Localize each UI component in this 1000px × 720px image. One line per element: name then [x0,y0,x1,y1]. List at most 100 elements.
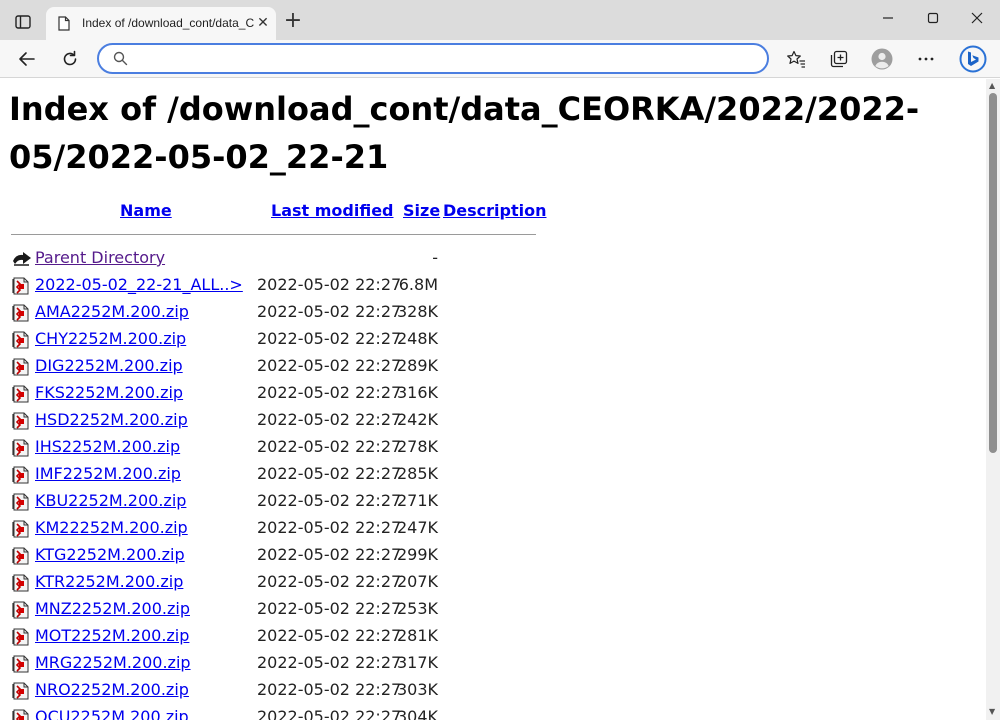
refresh-button[interactable] [57,46,83,72]
file-size: 247K [396,518,438,537]
file-size: 316K [396,383,438,402]
file-row: OCU2252M.200.zip 2022-05-02 22:27 304K [0,704,600,720]
back-button[interactable] [14,46,40,72]
favorites-star-icon [787,50,805,68]
file-link[interactable]: KTG2252M.200.zip [35,545,185,564]
parent-directory-link[interactable]: Parent Directory [35,248,165,267]
file-size: 304K [396,707,438,720]
file-size: 281K [396,626,438,645]
scroll-down-arrow-icon[interactable]: ▼ [989,707,995,716]
file-link[interactable]: KTR2252M.200.zip [35,572,183,591]
file-size: 289K [396,356,438,375]
file-row: MOT2252M.200.zip 2022-05-02 22:27 281K [0,623,600,650]
file-size: 242K [396,410,438,429]
vertical-scrollbar[interactable]: ▲ ▼ [986,79,1000,720]
file-size: 6.8M [398,275,438,294]
file-size: 328K [396,302,438,321]
active-tab[interactable]: Index of /download_cont/data_CEORKA/2022… [46,7,276,40]
bing-copilot-icon [959,45,987,73]
collections-button[interactable] [827,47,851,71]
scroll-up-arrow-icon[interactable]: ▲ [989,81,995,90]
compressed-file-icon [12,628,29,646]
file-last-modified: 2022-05-02 22:27 [257,275,402,294]
file-row: KM22252M.200.zip 2022-05-02 22:27 247K [0,515,600,542]
file-last-modified: 2022-05-02 22:27 [257,302,402,321]
file-row: KTG2252M.200.zip 2022-05-02 22:27 299K [0,542,600,569]
profile-avatar-icon [871,48,893,70]
tab-actions-button[interactable] [8,8,38,36]
scroll-thumb[interactable] [989,93,997,453]
file-row: CHY2252M.200.zip 2022-05-02 22:27 248K [0,326,600,353]
compressed-file-icon [12,358,29,376]
parent-size: - [432,248,438,267]
file-link[interactable]: FKS2252M.200.zip [35,383,183,402]
tab-actions-icon [15,15,31,29]
file-last-modified: 2022-05-02 22:27 [257,599,402,618]
back-arrow-icon [19,52,35,66]
file-row: 2022-05-02_22-21_ALL..> 2022-05-02 22:27 6… [0,272,600,299]
new-tab-button[interactable]: + [282,10,304,33]
browser-toolbar [0,40,1000,78]
file-link[interactable]: CHY2252M.200.zip [35,329,186,348]
file-link[interactable]: OCU2252M.200.zip [35,707,189,720]
more-options-button[interactable] [914,47,938,71]
file-last-modified: 2022-05-02 22:27 [257,410,402,429]
file-link[interactable]: NRO2252M.200.zip [35,680,189,699]
file-last-modified: 2022-05-02 22:27 [257,329,402,348]
back-folder-icon [13,252,31,266]
address-bar[interactable] [97,43,769,74]
file-link[interactable]: MRG2252M.200.zip [35,653,191,672]
compressed-file-icon [12,547,29,565]
profile-button[interactable] [870,47,894,71]
page-icon [58,16,70,31]
column-header-description[interactable]: Description [443,201,546,220]
file-size: 278K [396,437,438,456]
file-link[interactable]: IHS2252M.200.zip [35,437,180,456]
compressed-file-icon [12,520,29,538]
file-link[interactable]: KM22252M.200.zip [35,518,188,537]
file-row: KBU2252M.200.zip 2022-05-02 22:27 271K [0,488,600,515]
copilot-button[interactable] [958,44,988,74]
file-row: IHS2252M.200.zip 2022-05-02 22:27 278K [0,434,600,461]
file-link[interactable]: HSD2252M.200.zip [35,410,188,429]
tab-strip: Index of /download_cont/data_CEORKA/2022… [0,0,1000,40]
column-header-name[interactable]: Name [120,201,172,220]
compressed-file-icon [12,655,29,673]
file-row: AMA2252M.200.zip 2022-05-02 22:27 328K [0,299,600,326]
file-last-modified: 2022-05-02 22:27 [257,707,402,720]
close-icon [971,12,983,24]
file-last-modified: 2022-05-02 22:27 [257,572,402,591]
file-size: 299K [396,545,438,564]
file-last-modified: 2022-05-02 22:27 [257,437,402,456]
more-icon [918,57,934,61]
refresh-icon [63,50,77,66]
file-link[interactable]: IMF2252M.200.zip [35,464,181,483]
maximize-button[interactable] [918,8,948,32]
file-size: 271K [396,491,438,510]
file-link[interactable]: 2022-05-02_22-21_ALL..> [35,275,243,294]
close-tab-icon[interactable]: ✕ [256,16,270,30]
file-link[interactable]: MNZ2252M.200.zip [35,599,190,618]
compressed-file-icon [12,277,29,295]
close-window-button[interactable] [962,8,992,32]
column-header-size[interactable]: Size [403,201,440,220]
favorites-button[interactable] [784,47,808,71]
compressed-file-icon [12,466,29,484]
compressed-file-icon [12,331,29,349]
minimize-button[interactable] [873,8,903,32]
file-row: MNZ2252M.200.zip 2022-05-02 22:27 253K [0,596,600,623]
file-size: 285K [396,464,438,483]
file-link[interactable]: DIG2252M.200.zip [35,356,183,375]
file-link[interactable]: AMA2252M.200.zip [35,302,189,321]
file-row: KTR2252M.200.zip 2022-05-02 22:27 207K [0,569,600,596]
file-link[interactable]: KBU2252M.200.zip [35,491,186,510]
column-header-last-modified[interactable]: Last modified [271,201,394,220]
file-link[interactable]: MOT2252M.200.zip [35,626,189,645]
address-input[interactable] [139,49,749,69]
file-last-modified: 2022-05-02 22:27 [257,545,402,564]
file-last-modified: 2022-05-02 22:27 [257,356,402,375]
file-last-modified: 2022-05-02 22:27 [257,383,402,402]
file-row: NRO2252M.200.zip 2022-05-02 22:27 303K [0,677,600,704]
compressed-file-icon [12,601,29,619]
file-size: 248K [396,329,438,348]
